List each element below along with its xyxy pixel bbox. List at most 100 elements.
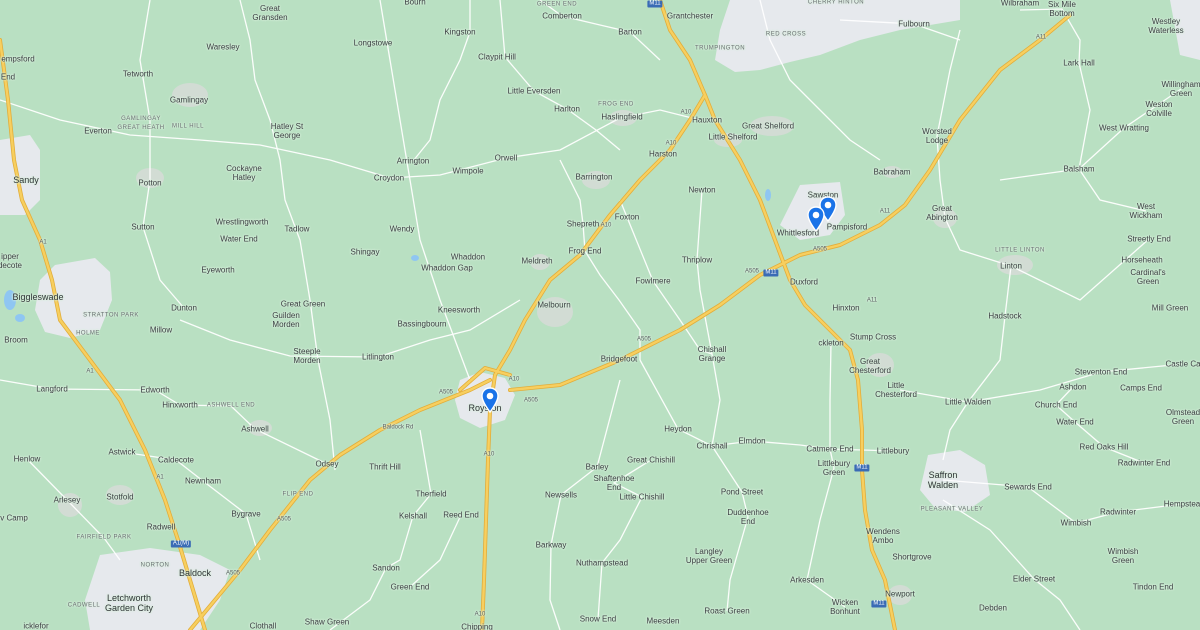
place-label-newnham[interactable]: Newnham xyxy=(185,477,221,486)
place-label-green-end[interactable]: GREEN END xyxy=(537,1,577,10)
place-label-wimpole[interactable]: Wimpole xyxy=(452,167,483,176)
place-label-foxton[interactable]: Foxton xyxy=(615,213,639,222)
place-label-barkway[interactable]: Barkway xyxy=(536,541,567,550)
place-label-kneesworth[interactable]: Kneesworth xyxy=(438,306,480,315)
place-label-meesden[interactable]: Meesden xyxy=(647,617,680,626)
place-label-thrift-hill[interactable]: Thrift Hill xyxy=(369,463,401,472)
place-label-ashwell-end[interactable]: ASHWELL END xyxy=(207,402,255,411)
place-label-haslingfield[interactable]: Haslingfield xyxy=(601,113,642,122)
place-label-icklefor[interactable]: icklefor xyxy=(23,622,48,630)
place-label-red-cross[interactable]: RED CROSS xyxy=(766,31,806,40)
place-label-tetworth[interactable]: Tetworth xyxy=(123,70,153,79)
place-label-great-gransden[interactable]: Great Gransden xyxy=(252,4,287,22)
place-label-end[interactable]: End xyxy=(1,73,15,82)
place-label-everton[interactable]: Everton xyxy=(84,127,112,136)
place-label-great-chishill[interactable]: Great Chishill xyxy=(627,456,675,465)
place-label-wendy[interactable]: Wendy xyxy=(390,225,415,234)
place-label-streetly-end[interactable]: Streetly End xyxy=(1127,235,1171,244)
place-label-eyeworth[interactable]: Eyeworth xyxy=(201,266,234,275)
place-label-gamlingay-great-heath[interactable]: GAMLINGAY GREAT HEATH xyxy=(117,115,164,133)
place-label-kingston[interactable]: Kingston xyxy=(444,28,475,37)
place-label-ipper-decote[interactable]: ipper decote xyxy=(0,252,22,270)
place-label-horseheath[interactable]: Horseheath xyxy=(1121,256,1162,265)
place-label-six-mile-bottom[interactable]: Six Mile Bottom xyxy=(1048,0,1076,18)
place-label-steventon-end[interactable]: Steventon End xyxy=(1075,368,1127,377)
place-label-shingay[interactable]: Shingay xyxy=(351,248,380,257)
place-label-orwell[interactable]: Orwell xyxy=(495,154,518,163)
place-label-litlington[interactable]: Litlington xyxy=(362,353,394,362)
place-label-odsey[interactable]: Odsey xyxy=(315,460,338,469)
place-label-olmstead-green[interactable]: Olmstead Green xyxy=(1166,408,1200,426)
place-label-stump-cross[interactable]: Stump Cross xyxy=(850,333,896,342)
place-label-edworth[interactable]: Edworth xyxy=(140,386,169,395)
place-label-shortgrove[interactable]: Shortgrove xyxy=(892,553,931,562)
place-label-wimbish-green[interactable]: Wimbish Green xyxy=(1108,547,1139,565)
place-label-ashdon[interactable]: Ashdon xyxy=(1059,383,1086,392)
place-label-thriplow[interactable]: Thriplow xyxy=(682,256,712,265)
place-label-holme[interactable]: HOLME xyxy=(76,330,100,339)
place-label-ckleton[interactable]: ckleton xyxy=(818,339,843,348)
place-label-flip-end[interactable]: FLIP END xyxy=(283,491,314,500)
place-label-littlebury[interactable]: Littlebury xyxy=(877,447,909,456)
place-label-cardinal-s-green[interactable]: Cardinal's Green xyxy=(1130,268,1165,286)
place-label-pond-street[interactable]: Pond Street xyxy=(721,488,763,497)
place-label-radwinter[interactable]: Radwinter xyxy=(1100,508,1136,517)
place-label-harston[interactable]: Harston xyxy=(649,150,677,159)
place-label-arrington[interactable]: Arrington xyxy=(397,157,429,166)
place-label-hempstea[interactable]: Hempstea xyxy=(1164,500,1200,509)
place-label-chrishall[interactable]: Chrishall xyxy=(696,442,727,451)
place-label-mill-hill[interactable]: MILL HILL xyxy=(172,123,204,132)
place-label-biggleswade[interactable]: Biggleswade xyxy=(12,292,63,302)
place-label-astwick[interactable]: Astwick xyxy=(108,448,135,457)
place-label-bassingbourn[interactable]: Bassingbourn xyxy=(398,320,447,329)
place-label-newport[interactable]: Newport xyxy=(885,590,915,599)
place-label-cadwell[interactable]: CADWELL xyxy=(68,602,101,611)
place-label-gamlingay[interactable]: Gamlingay xyxy=(170,96,208,105)
place-label-fowlmere[interactable]: Fowlmere xyxy=(635,277,670,286)
place-label-little-shelford[interactable]: Little Shelford xyxy=(709,133,758,142)
place-label-pampisford[interactable]: Pampisford xyxy=(827,223,867,232)
place-label-sewards-end[interactable]: Sewards End xyxy=(1004,483,1052,492)
place-label-langley-upper-green[interactable]: Langley Upper Green xyxy=(686,547,732,565)
place-label-meldreth[interactable]: Meldreth xyxy=(521,257,552,266)
place-label-roast-green[interactable]: Roast Green xyxy=(704,607,749,616)
place-label-kelshall[interactable]: Kelshall xyxy=(399,512,427,521)
place-label-hinxton[interactable]: Hinxton xyxy=(832,304,859,313)
place-label-hinxworth[interactable]: Hinxworth xyxy=(162,401,198,410)
place-label-water-end[interactable]: Water End xyxy=(1056,418,1094,427)
place-label-weston-colville[interactable]: Weston Colville xyxy=(1146,100,1173,118)
place-label-v-camp[interactable]: v Camp xyxy=(0,514,28,523)
place-label-hauxton[interactable]: Hauxton xyxy=(692,116,722,125)
place-label-fairfield-park[interactable]: FAIRFIELD PARK xyxy=(77,534,132,543)
place-label-guilden-morden[interactable]: Guilden Morden xyxy=(272,311,300,329)
place-label-chishall-grange[interactable]: Chishall Grange xyxy=(698,345,726,363)
place-label-shaw-green[interactable]: Shaw Green xyxy=(305,618,349,627)
place-label-potton[interactable]: Potton xyxy=(138,179,161,188)
place-label-frog-end[interactable]: Frog End xyxy=(569,247,602,256)
place-label-radwell[interactable]: Radwell xyxy=(147,523,175,532)
place-label-shepreth[interactable]: Shepreth xyxy=(567,220,599,229)
place-label-grantchester[interactable]: Grantchester xyxy=(667,12,713,21)
place-label-therfield[interactable]: Therfield xyxy=(415,490,446,499)
place-label-tindon-end[interactable]: Tindon End xyxy=(1133,583,1174,592)
place-label-barrington[interactable]: Barrington xyxy=(576,173,613,182)
place-label-bygrave[interactable]: Bygrave xyxy=(231,510,260,519)
place-label-sutton[interactable]: Sutton xyxy=(131,223,154,232)
place-label-green-end[interactable]: Green End xyxy=(391,583,430,592)
place-label-lark-hall[interactable]: Lark Hall xyxy=(1063,59,1095,68)
place-label-steeple-morden[interactable]: Steeple Morden xyxy=(293,347,320,365)
location-pin-whittlesford-icon[interactable] xyxy=(807,206,825,233)
place-label-castle-ca[interactable]: Castle Ca xyxy=(1165,360,1200,369)
place-label-stratton-park[interactable]: STRATTON PARK xyxy=(83,312,139,321)
place-label-west-wratting[interactable]: West Wratting xyxy=(1099,124,1149,133)
place-label-empsford[interactable]: empsford xyxy=(1,55,34,64)
place-label-worsted-lodge[interactable]: Worsted Lodge xyxy=(922,127,952,145)
place-label-chipping[interactable]: Chipping xyxy=(461,623,493,630)
place-label-melbourn[interactable]: Melbourn xyxy=(537,301,570,310)
place-label-church-end[interactable]: Church End xyxy=(1035,401,1077,410)
place-label-elder-street[interactable]: Elder Street xyxy=(1013,575,1055,584)
place-label-little-chishill[interactable]: Little Chishill xyxy=(620,493,665,502)
place-label-fulbourn[interactable]: Fulbourn xyxy=(898,20,930,29)
place-label-dunton[interactable]: Dunton xyxy=(171,304,197,313)
place-label-babraham[interactable]: Babraham xyxy=(874,168,911,177)
